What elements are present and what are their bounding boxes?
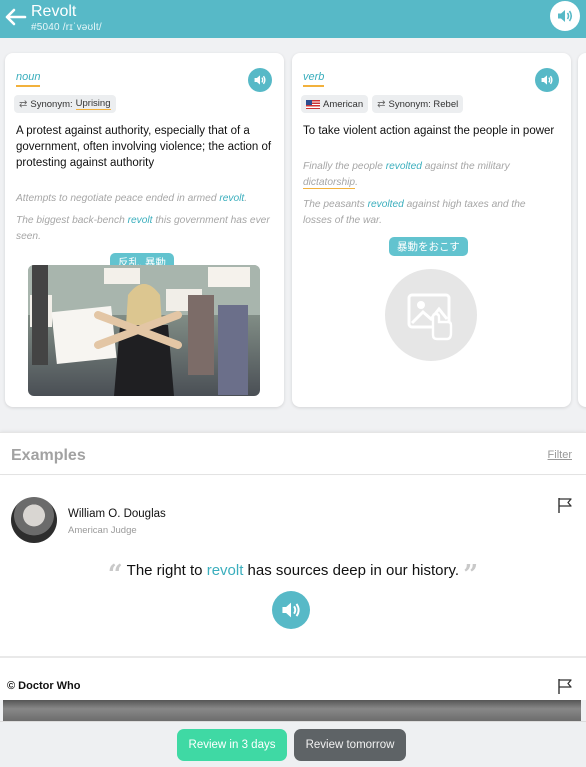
speaker-icon <box>254 75 266 85</box>
card-speaker-button[interactable] <box>535 68 559 92</box>
sentence-text: Finally the people <box>303 161 386 172</box>
review-tomorrow-button[interactable]: Review tomorrow <box>294 729 406 761</box>
translation-button[interactable]: 暴動をおこす <box>389 237 468 256</box>
protest-photo <box>28 265 260 396</box>
definition-text: To take violent action against the peopl… <box>303 125 555 137</box>
synonym-chip[interactable]: ⇄ Synonym: Uprising <box>14 95 116 113</box>
add-image-icon <box>407 293 453 341</box>
example-sentence: Attempts to negotiate peace ended in arm… <box>16 191 270 207</box>
example-sentence: The biggest back-bench revolt this gover… <box>16 213 270 245</box>
examples-header: Examples Filter <box>0 432 586 474</box>
video-thumbnail[interactable] <box>3 700 581 722</box>
header-speaker-button[interactable] <box>550 1 580 31</box>
highlighted-word[interactable]: revolt <box>207 562 244 579</box>
us-flag-icon <box>306 99 320 109</box>
quote-author-name: William O. Douglas <box>68 508 166 520</box>
word-title: Revolt <box>31 3 77 20</box>
part-of-speech: verb <box>303 71 325 87</box>
speaker-icon <box>282 602 300 618</box>
region-chip[interactable]: American <box>301 95 369 113</box>
sentence-text: . <box>355 177 358 188</box>
highlighted-word[interactable]: revolted <box>368 199 404 210</box>
highlighted-word[interactable]: revolt <box>219 193 244 204</box>
definition-card-noun: noun ⇄ Synonym: Uprising A protest again… <box>5 53 284 407</box>
sentence-text: against the military <box>421 161 510 172</box>
part-of-speech: noun <box>16 71 41 87</box>
quote-part: has sources deep in our history. <box>243 562 460 579</box>
video-source-row: © Doctor Who <box>0 658 586 700</box>
open-quote-icon: “ <box>107 560 123 590</box>
quote-speaker-button[interactable] <box>272 591 310 629</box>
synonym-word: Uprising <box>75 98 111 110</box>
close-quote-icon: ” <box>463 560 479 590</box>
highlighted-word[interactable]: revolted <box>386 161 422 172</box>
sentence-text: The biggest back-bench <box>16 215 128 226</box>
definition-card-verb: verb American ⇄ Synonym: Rebel To take v… <box>292 53 571 407</box>
filter-link[interactable]: Filter <box>548 449 572 461</box>
photo-illustration <box>28 265 260 396</box>
definition-card-next[interactable] <box>578 53 586 407</box>
quote-text: “ The right to revolt has sources deep i… <box>0 560 586 590</box>
divider <box>0 474 586 475</box>
add-image-button[interactable] <box>385 269 477 361</box>
swap-icon: ⇄ <box>19 98 28 110</box>
chip-row: ⇄ Synonym: Uprising <box>14 95 116 113</box>
underlined-word[interactable]: dictatorship <box>303 177 356 189</box>
sentence-text: Attempts to negotiate peace ended in arm… <box>16 193 220 204</box>
quote-author-role: American Judge <box>68 525 137 536</box>
sentence-text: The peasants <box>303 199 368 210</box>
examples-title: Examples <box>11 447 86 464</box>
review-in-3-days-button[interactable]: Review in 3 days <box>177 729 287 761</box>
quote-part: The right to <box>126 562 207 579</box>
chip-label: American <box>323 98 364 110</box>
definition-text: A protest against authority, especially … <box>16 125 272 169</box>
chip-row: American ⇄ Synonym: Rebel <box>301 95 464 113</box>
video-source-label: © Doctor Who <box>7 680 81 692</box>
back-arrow-icon[interactable] <box>5 7 27 27</box>
highlighted-word[interactable]: revolt <box>128 215 153 226</box>
speaker-icon <box>541 75 553 85</box>
card-speaker-button[interactable] <box>248 68 272 92</box>
report-flag-icon[interactable] <box>556 496 574 514</box>
synonym-chip[interactable]: ⇄ Synonym: Rebel <box>372 95 464 113</box>
definition-cards[interactable]: noun ⇄ Synonym: Uprising A protest again… <box>0 38 586 432</box>
speaker-icon <box>558 10 573 22</box>
bottom-action-bar: Review in 3 days Review tomorrow <box>0 721 586 767</box>
swap-icon: ⇄ <box>377 98 386 110</box>
top-bar: Revolt #5040 /rɪˈvəʊlt/ <box>0 0 586 38</box>
sentence-text: . <box>244 193 248 204</box>
report-flag-icon[interactable] <box>556 677 574 695</box>
word-pronunciation: #5040 /rɪˈvəʊlt/ <box>31 22 102 33</box>
chip-label: Synonym: <box>30 98 73 110</box>
avatar <box>11 497 57 543</box>
example-sentence: The peasants revolted against high taxes… <box>303 197 557 229</box>
chip-label: Synonym: Rebel <box>388 98 459 110</box>
example-sentence: Finally the people revolted against the … <box>303 159 557 191</box>
